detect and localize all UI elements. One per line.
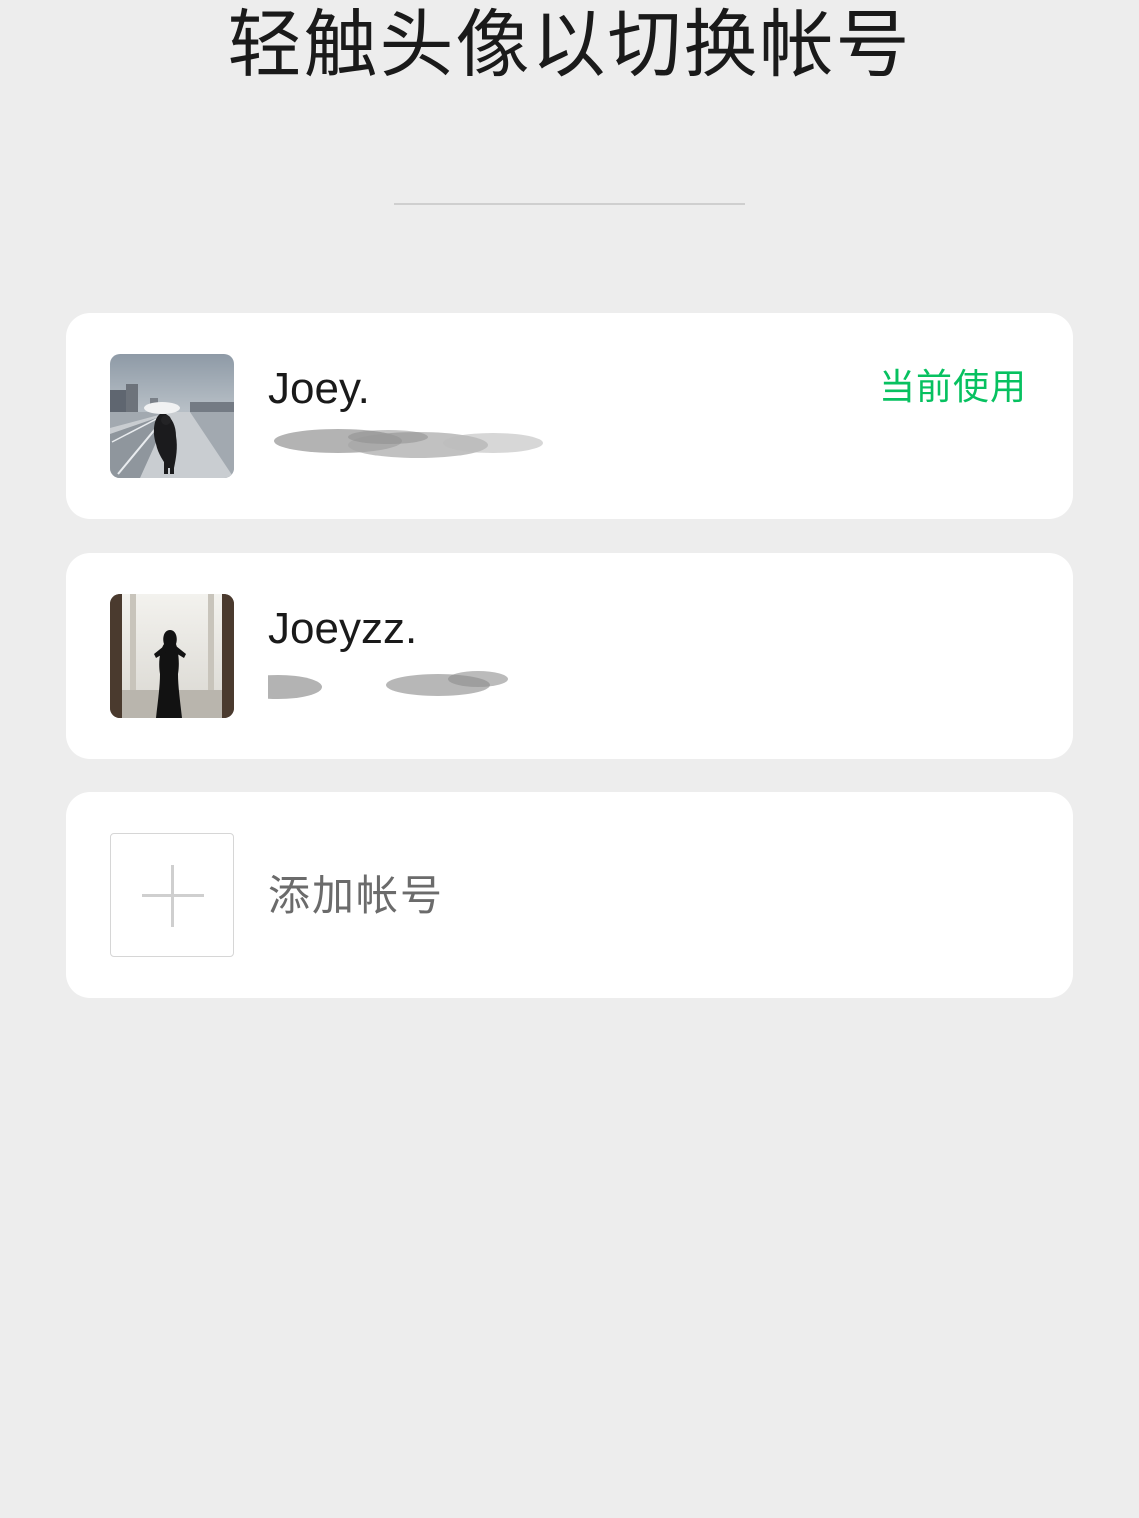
avatar-joeyzz[interactable] — [110, 594, 234, 718]
add-account-card[interactable]: 添加帐号 — [66, 792, 1073, 998]
account-card-joeyzz[interactable]: Joeyzz. — [66, 553, 1073, 759]
avatar-photo-silhouette — [110, 594, 234, 718]
avatar-photo-pier — [110, 354, 234, 478]
account-name: Joey. — [268, 364, 370, 413]
masked-account-id — [268, 659, 548, 709]
account-switcher-screen: 轻触头像以切换帐号 Joey. 当前使用 Joeyzz. 添加帐号 — [0, 0, 1139, 1518]
account-name: Joeyzz. — [268, 604, 418, 653]
avatar-joey[interactable] — [110, 354, 234, 478]
title-divider — [394, 203, 745, 205]
add-account-button[interactable] — [110, 833, 234, 957]
add-account-label: 添加帐号 — [268, 871, 445, 920]
page-title: 轻触头像以切换帐号 — [227, 2, 912, 88]
masked-account-id — [268, 419, 548, 469]
current-account-badge: 当前使用 — [878, 367, 1027, 408]
account-card-joey[interactable]: Joey. 当前使用 — [66, 313, 1073, 519]
